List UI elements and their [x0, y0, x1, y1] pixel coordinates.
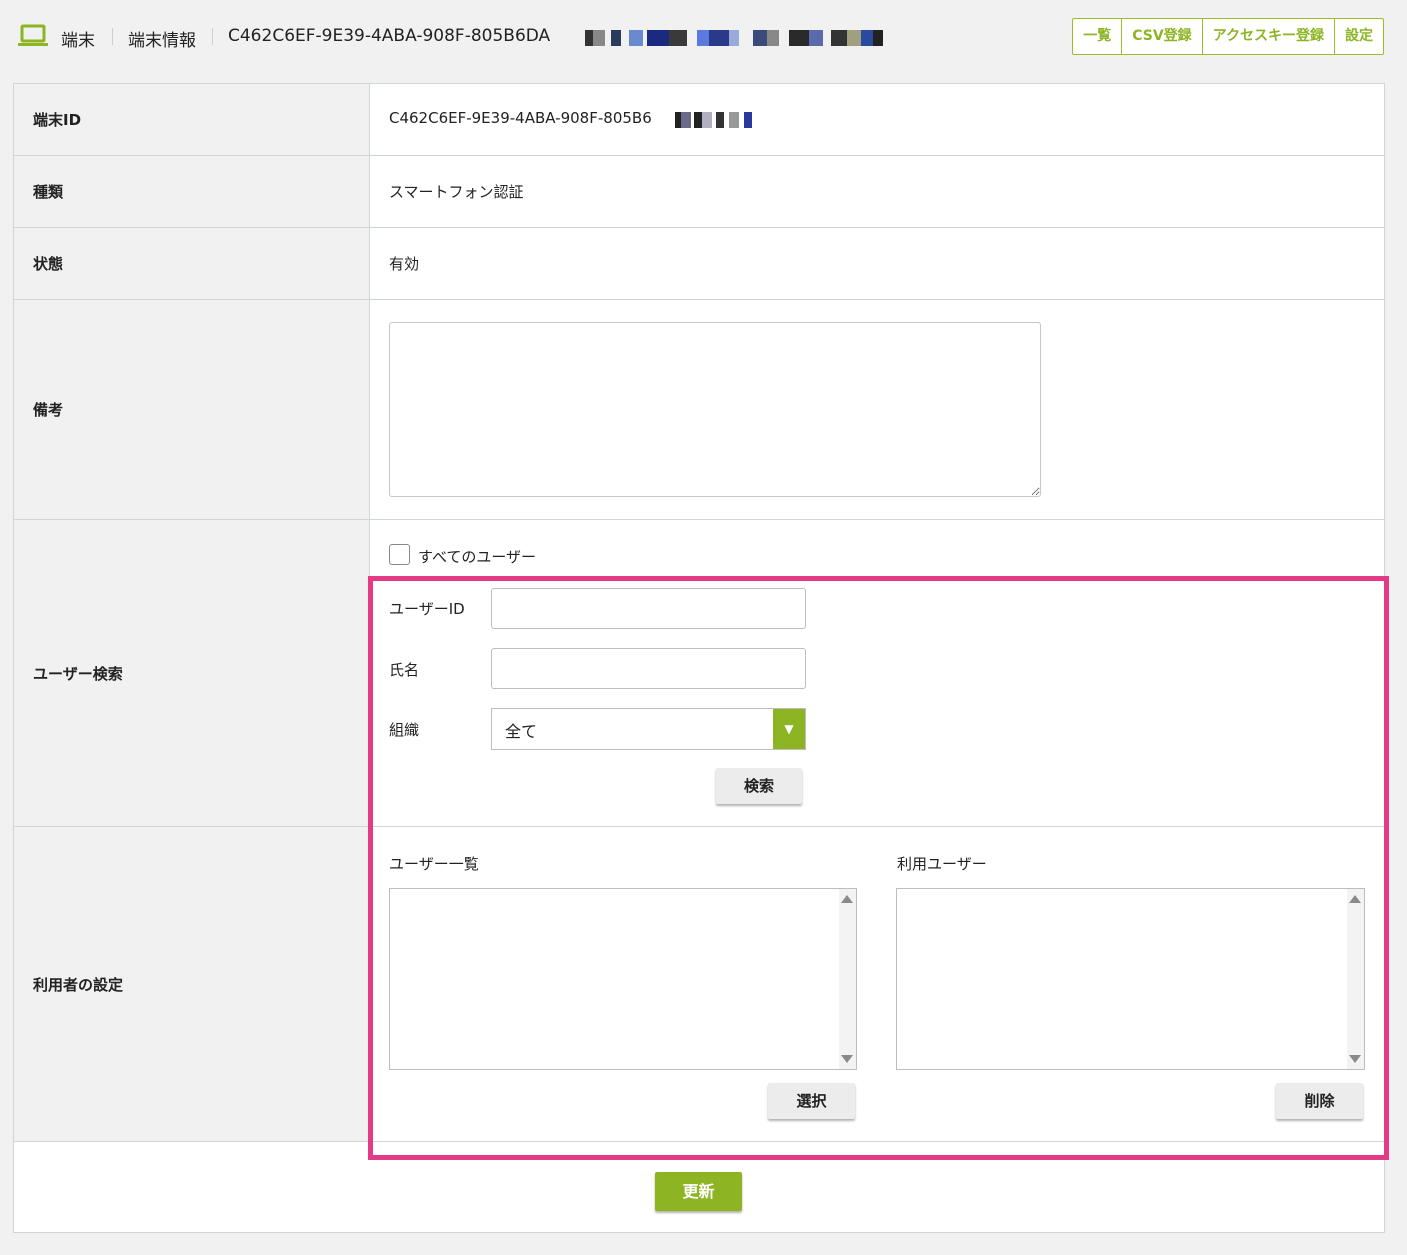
user-settings-row: 利用者の設定 ユーザー一覧 選択 利用ユーザー 削除: [14, 827, 1384, 1142]
breadcrumb-divider: [112, 28, 113, 45]
breadcrumb-section[interactable]: 端末: [61, 26, 95, 51]
device-id-label: 端末ID: [14, 84, 370, 155]
note-row: 備考: [14, 300, 1384, 520]
user-list-box[interactable]: [389, 888, 857, 1070]
page-header: 端末 端末情報 C462C6EF-9E39-4ABA-908F-805B6DA …: [0, 0, 1407, 76]
status-row: 状態 有効: [14, 228, 1384, 300]
laptop-icon: [18, 24, 48, 46]
type-label: 種類: [14, 156, 370, 227]
type-value: スマートフォン認証: [389, 183, 524, 201]
page-title: C462C6EF-9E39-4ABA-908F-805B6DA: [228, 26, 551, 46]
scroll-up-icon[interactable]: [841, 895, 853, 903]
device-id-row: 端末ID C462C6EF-9E39-4ABA-908F-805B6: [14, 84, 1384, 156]
scroll-down-icon[interactable]: [841, 1055, 853, 1063]
update-button[interactable]: 更新: [655, 1172, 742, 1211]
user-search-label: ユーザー検索: [14, 520, 370, 826]
name-input[interactable]: [491, 648, 806, 689]
scroll-down-icon[interactable]: [1349, 1055, 1361, 1063]
select-button[interactable]: 選択: [768, 1083, 855, 1119]
csv-register-button[interactable]: CSV登録: [1122, 19, 1203, 54]
chevron-down-icon[interactable]: ▼: [773, 709, 805, 749]
note-label: 備考: [14, 300, 370, 519]
scroll-up-icon[interactable]: [1349, 895, 1361, 903]
breadcrumb-page: 端末情報: [128, 31, 196, 51]
redacted-text: [675, 112, 752, 128]
settings-button[interactable]: 設定: [1335, 19, 1383, 54]
all-users-checkbox[interactable]: [389, 544, 410, 565]
assigned-users-box[interactable]: [896, 888, 1365, 1070]
breadcrumb-divider: [212, 28, 213, 45]
scrollbar[interactable]: [839, 889, 856, 1069]
user-settings-label: 利用者の設定: [14, 827, 370, 1141]
search-button[interactable]: 検索: [716, 768, 802, 804]
type-row: 種類 スマートフォン認証: [14, 156, 1384, 228]
organization-select-value: 全て: [505, 722, 538, 741]
access-key-register-button[interactable]: アクセスキー登録: [1203, 19, 1335, 54]
device-info-panel: 端末ID C462C6EF-9E39-4ABA-908F-805B6 種類 スマ…: [13, 83, 1385, 1233]
status-label: 状態: [14, 228, 370, 299]
user-id-label: ユーザーID: [389, 600, 465, 618]
user-list-title: ユーザー一覧: [389, 855, 479, 873]
delete-button[interactable]: 削除: [1276, 1083, 1363, 1119]
organization-label: 組織: [389, 721, 420, 739]
status-value: 有効: [389, 255, 420, 273]
note-textarea[interactable]: [389, 322, 1041, 497]
redacted-text: [585, 30, 883, 46]
organization-select[interactable]: 全て ▼: [491, 708, 806, 750]
user-id-input[interactable]: [491, 588, 806, 629]
assigned-users-title: 利用ユーザー: [897, 855, 987, 873]
header-button-group: 一覧 CSV登録 アクセスキー登録 設定: [1072, 18, 1384, 55]
user-search-row: ユーザー検索 すべてのユーザー ユーザーID 氏名 組織 全て ▼ 検索: [14, 520, 1384, 827]
all-users-label: すべてのユーザー: [418, 548, 537, 566]
name-label: 氏名: [389, 661, 420, 679]
list-button[interactable]: 一覧: [1073, 19, 1123, 54]
device-id-value: C462C6EF-9E39-4ABA-908F-805B6: [389, 109, 652, 127]
scrollbar[interactable]: [1347, 889, 1364, 1069]
